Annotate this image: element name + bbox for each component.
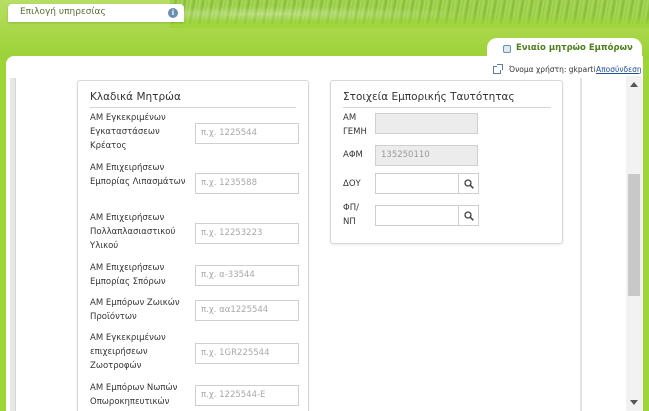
scroll-down-arrow-icon[interactable] — [630, 400, 638, 405]
afm-label: ΑΦΜ — [343, 150, 363, 160]
username-text: Όνομα χρήστη: gkparti — [509, 65, 596, 74]
field-label-propagation: ΑΜ Επιχειρήσεων Πολλαπλασιαστικού Υλικού — [90, 213, 176, 251]
field-input-feed[interactable]: π.χ. 1GR225544 — [195, 343, 299, 364]
field-input-propagation[interactable]: π.χ. 12253223 — [195, 223, 299, 244]
search-icon — [464, 211, 474, 221]
main-panel: Όνομα χρήστη: gkparti Αποσύνδεση Κλαδικά… — [6, 56, 643, 411]
service-selector-tab[interactable]: Επιλογή υπηρεσίας i — [8, 4, 184, 22]
registry-tab-label: Ενιαίο μητρώο Εμπόρων — [516, 43, 633, 53]
field-input-meat[interactable]: π.χ. 1225544 — [195, 123, 299, 144]
service-selector-label: Επιλογή υπηρεσίας — [20, 7, 106, 17]
card-divider — [90, 107, 296, 108]
field-label-feed: ΑΜ Εγκεκριμένων επιχειρήσεων Ζωοτροφών — [90, 333, 166, 371]
field-label-animal-products: ΑΜ Εμπόρων Ζωικών Προϊόντων — [90, 298, 180, 322]
afm-field: 135250110 — [375, 145, 478, 166]
sector-registries-card: Κλαδικά Μητρώα ΑΜ Εγκεκριμένων Εγκαταστά… — [77, 80, 309, 411]
vertical-scrollbar[interactable] — [626, 76, 642, 411]
field-label-meat: ΑΜ Εγκεκριμένων Εγκαταστάσεων Κρέατος — [90, 113, 166, 151]
collapse-icon[interactable] — [503, 45, 511, 53]
scrollbar-thumb[interactable] — [628, 174, 640, 296]
field-label-fertilizer: ΑΜ Επιχειρήσεων Εμπορίας Λιπασμάτων — [90, 163, 186, 187]
gemh-label: ΑΜ ΓΕΜΗ — [343, 113, 367, 137]
sector-registries-title: Κλαδικά Μητρώα — [90, 91, 181, 103]
field-input-animal-products[interactable]: π.χ. αα1225544 — [195, 300, 299, 321]
fpnp-input[interactable] — [375, 205, 459, 226]
card-divider — [343, 107, 551, 108]
fpnp-search-button[interactable] — [459, 205, 479, 226]
left-gutter — [10, 78, 16, 411]
trade-identity-card: Στοιχεία Εμπορικής Ταυτότητας ΑΜ ΓΕΜΗ ΑΦ… — [330, 80, 563, 244]
scroll-up-arrow-icon[interactable] — [630, 82, 638, 87]
right-gutter — [580, 78, 582, 411]
content-area: Κλαδικά Μητρώα ΑΜ Εγκεκριμένων Εγκαταστά… — [10, 78, 629, 411]
banner-fade — [170, 14, 649, 28]
field-input-seeds[interactable]: π.χ. α-33544 — [195, 265, 299, 286]
field-input-fertilizer[interactable]: π.χ. 1235588 — [195, 173, 299, 194]
trade-identity-title: Στοιχεία Εμπορικής Ταυτότητας — [343, 91, 515, 103]
field-label-fresh-produce: ΑΜ Εμπόρων Νωπών Οπωροκηπευτικών — [90, 383, 178, 407]
field-label-seeds: ΑΜ Επιχειρήσεων Εμπορίας Σπόρων — [90, 263, 166, 287]
search-icon — [464, 179, 474, 189]
gemh-field — [375, 113, 478, 134]
info-icon[interactable]: i — [168, 8, 178, 18]
external-window-icon — [493, 64, 503, 74]
doy-search-button[interactable] — [459, 173, 479, 194]
field-input-fresh-produce[interactable]: π.χ. 1225544-Ε — [195, 385, 299, 406]
doy-label: ΔΟΥ — [343, 179, 361, 189]
logout-link[interactable]: Αποσύνδεση — [596, 65, 642, 74]
fpnp-label: ΦΠ/ΝΠ — [343, 203, 359, 227]
doy-input[interactable] — [375, 173, 459, 194]
